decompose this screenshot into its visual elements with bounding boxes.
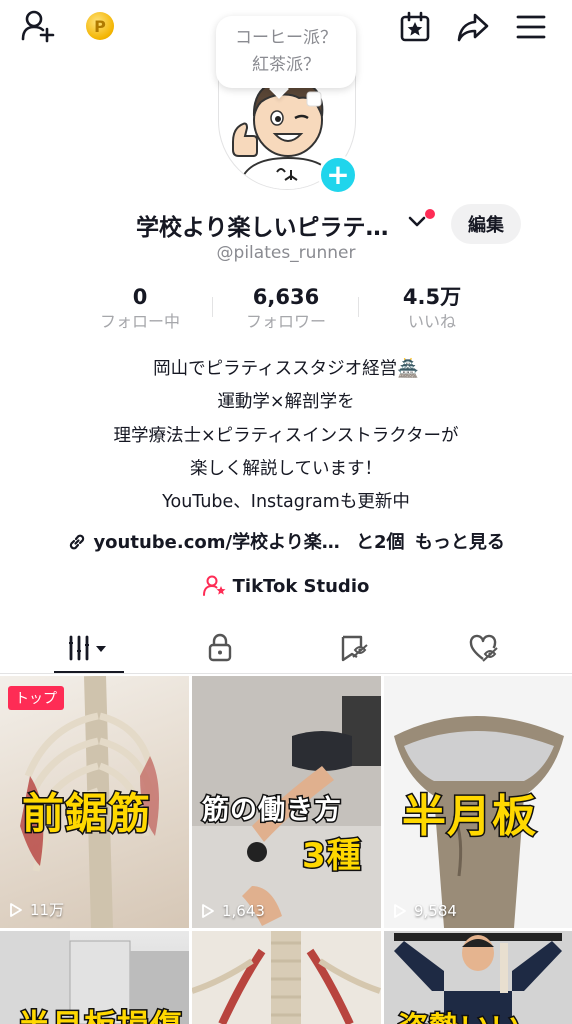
video-thumbnail[interactable]: 半月板 9,584: [384, 676, 572, 928]
video-title: 前鋸筋: [20, 788, 152, 840]
view-count: 1,643: [200, 902, 265, 920]
view-count-text: 11万: [30, 901, 65, 919]
link-icon: [67, 531, 93, 552]
calendar-star-icon[interactable]: [396, 8, 434, 46]
view-count-text: 9,584: [414, 902, 457, 920]
video-thumbnail[interactable]: 筋の働き方 3種 1,643: [192, 676, 381, 928]
play-icon: [394, 904, 406, 918]
stats-row: 0 フォロー中 6,636 フォロワー 4.5万 いいね: [0, 283, 572, 335]
top-badge: トップ: [8, 686, 64, 710]
bio-line: 岡山でピラティススタジオ経営🏯: [153, 359, 419, 379]
see-more-link[interactable]: もっと見る: [415, 532, 505, 553]
share-icon[interactable]: [454, 8, 492, 46]
tab-videos[interactable]: [54, 624, 124, 672]
tab-reposts[interactable]: [326, 624, 382, 672]
stat-divider: [358, 297, 359, 317]
link-more[interactable]: と2個: [356, 532, 405, 553]
stat-following[interactable]: 0 フォロー中: [80, 283, 200, 333]
stat-value: 4.5万: [402, 285, 462, 309]
stat-label: フォロワー: [245, 312, 326, 331]
video-grid: トップ 前鋸筋 11万 筋の働き方 3種 1,643 半月板 9,584: [0, 676, 572, 1024]
bio-line: 楽しく解説しています！: [190, 458, 382, 479]
video-thumbnail[interactable]: 姿勢いい: [384, 931, 572, 1024]
view-count: 9,584: [392, 902, 457, 920]
play-icon: [202, 904, 214, 918]
stat-value: 0: [132, 285, 148, 309]
bio-line: 運動学×解剖学を: [217, 392, 355, 413]
coin-icon[interactable]: P: [86, 12, 114, 40]
menu-icon[interactable]: [512, 8, 550, 46]
studio-icon: [202, 575, 227, 597]
video-thumbnail[interactable]: 半月板損傷: [0, 931, 189, 1024]
tab-liked[interactable]: [456, 624, 512, 672]
video-thumbnail[interactable]: トップ 前鋸筋 11万: [0, 676, 189, 928]
video-title-line-1: 筋の働き方: [201, 794, 343, 828]
stat-label: いいね: [407, 312, 456, 331]
stat-likes[interactable]: 4.5万 いいね: [372, 283, 492, 333]
video-title: 姿勢いい: [397, 1003, 523, 1024]
stat-divider: [212, 297, 213, 317]
active-tab-indicator: [54, 671, 124, 673]
add-photo-button[interactable]: +: [318, 155, 358, 195]
video-thumbnail[interactable]: [192, 931, 381, 1024]
tab-private[interactable]: [192, 624, 248, 672]
note-line-1: コーヒー派？: [235, 28, 337, 48]
notification-dot: [425, 209, 435, 219]
stat-followers[interactable]: 6,636 フォロワー: [226, 283, 346, 333]
stat-label: フォロー中: [99, 312, 180, 331]
studio-label: TikTok Studio: [232, 575, 370, 597]
add-photo-symbol: +: [326, 158, 350, 191]
video-title: 半月板: [401, 790, 538, 844]
video-title-line-2: 3種: [301, 835, 363, 878]
edit-profile-button[interactable]: 編集: [451, 204, 521, 244]
note-line-2: 紅茶派？: [252, 55, 320, 75]
video-title: 半月板損傷: [16, 1001, 183, 1024]
username: @pilates_runner: [216, 243, 356, 263]
name-row: 学校より楽しいピラテ… 編集: [0, 204, 572, 244]
content-tabs: [0, 624, 572, 674]
add-friend-icon[interactable]: [18, 8, 58, 44]
profile-name[interactable]: 学校より楽しいピラテ…: [136, 208, 408, 242]
play-icon: [10, 902, 22, 917]
view-count-text: 1,643: [222, 902, 265, 920]
bio-line: 理学療法士×ピラティスインストラクターが: [113, 425, 459, 446]
bio-line: YouTube、Instagramも更新中: [162, 492, 410, 513]
note-bubble[interactable]: コーヒー派？ 紅茶派？: [216, 16, 356, 88]
link-row[interactable]: youtube.com/学校より楽… と2個 もっと見る: [0, 528, 572, 556]
view-count: 11万: [8, 899, 64, 920]
bio: 岡山でピラティススタジオ経営🏯 運動学×解剖学を 理学療法士×ピラティスインスト…: [0, 353, 572, 519]
tiktok-studio-link[interactable]: TikTok Studio: [0, 572, 572, 600]
coin-symbol: P: [94, 16, 106, 36]
stat-value: 6,636: [252, 285, 320, 309]
chevron-down-icon[interactable]: [408, 214, 426, 234]
link-url[interactable]: youtube.com/学校より楽…: [93, 532, 339, 553]
